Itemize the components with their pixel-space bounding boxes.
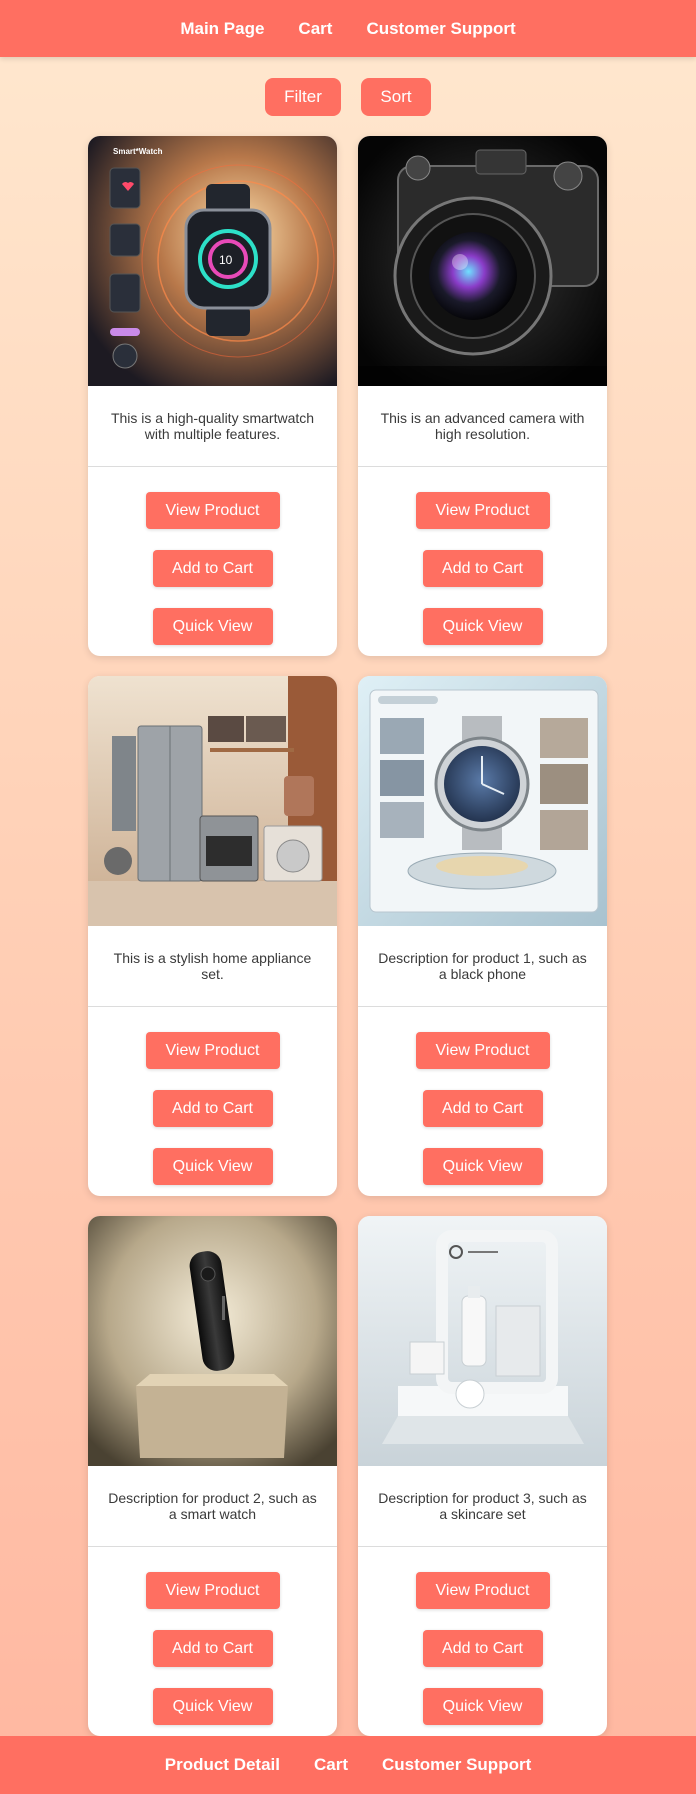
- svg-text:10: 10: [219, 253, 233, 267]
- nav-cart-footer[interactable]: Cart: [314, 1755, 348, 1775]
- view-product-button[interactable]: View Product: [415, 1032, 550, 1069]
- view-product-button[interactable]: View Product: [415, 492, 550, 529]
- quick-view-button[interactable]: Quick View: [422, 1148, 543, 1185]
- image-title-text: Smart*Watch: [113, 147, 163, 156]
- product-grid: Smart*Watch 10 This is a high-quality sm…: [88, 136, 608, 1736]
- quick-view-button[interactable]: Quick View: [152, 608, 273, 645]
- product-card: Smart*Watch 10 This is a high-quality sm…: [88, 136, 337, 656]
- quick-view-button[interactable]: Quick View: [422, 1688, 543, 1725]
- product-card: This is a stylish home appliance set. Vi…: [88, 676, 337, 1196]
- product-image-black-device[interactable]: [88, 1216, 337, 1466]
- nav-product-detail[interactable]: Product Detail: [165, 1755, 280, 1775]
- product-image-home-appliances[interactable]: [88, 676, 337, 926]
- quick-view-button[interactable]: Quick View: [422, 608, 543, 645]
- bottom-navigation: Product Detail Cart Customer Support: [0, 1736, 696, 1794]
- view-product-button[interactable]: View Product: [145, 1032, 280, 1069]
- add-to-cart-button[interactable]: Add to Cart: [422, 550, 543, 587]
- add-to-cart-button[interactable]: Add to Cart: [152, 1630, 273, 1667]
- product-description: This is a stylish home appliance set.: [88, 926, 337, 1007]
- product-card: Description for product 2, such as a sma…: [88, 1216, 337, 1736]
- nav-cart[interactable]: Cart: [298, 19, 332, 39]
- add-to-cart-button[interactable]: Add to Cart: [152, 550, 273, 587]
- nav-main-page[interactable]: Main Page: [180, 19, 264, 39]
- product-card: Description for product 1, such as a bla…: [358, 676, 607, 1196]
- view-product-button[interactable]: View Product: [145, 492, 280, 529]
- product-image-camera[interactable]: [358, 136, 607, 386]
- product-actions: View Product Add to Cart Quick View: [145, 1007, 280, 1185]
- product-card: Description for product 3, such as a ski…: [358, 1216, 607, 1736]
- add-to-cart-button[interactable]: Add to Cart: [422, 1630, 543, 1667]
- product-image-skincare-set[interactable]: [358, 1216, 607, 1466]
- toolbar: Filter Sort: [0, 78, 696, 116]
- product-description: This is an advanced camera with high res…: [358, 386, 607, 467]
- filter-button[interactable]: Filter: [265, 78, 341, 116]
- add-to-cart-button[interactable]: Add to Cart: [422, 1090, 543, 1127]
- quick-view-button[interactable]: Quick View: [152, 1148, 273, 1185]
- product-image-smartwatch[interactable]: Smart*Watch 10: [88, 136, 337, 386]
- quick-view-button[interactable]: Quick View: [152, 1688, 273, 1725]
- product-description: Description for product 2, such as a sma…: [88, 1466, 337, 1547]
- nav-customer-support-footer[interactable]: Customer Support: [382, 1755, 531, 1775]
- product-description: This is a high-quality smartwatch with m…: [88, 386, 337, 467]
- sort-button[interactable]: Sort: [361, 78, 431, 116]
- product-actions: View Product Add to Cart Quick View: [145, 1547, 280, 1725]
- product-actions: View Product Add to Cart Quick View: [145, 467, 280, 645]
- view-product-button[interactable]: View Product: [145, 1572, 280, 1609]
- top-navigation: Main Page Cart Customer Support: [0, 0, 696, 57]
- product-card: This is an advanced camera with high res…: [358, 136, 607, 656]
- product-actions: View Product Add to Cart Quick View: [415, 1547, 550, 1725]
- product-actions: View Product Add to Cart Quick View: [415, 467, 550, 645]
- product-actions: View Product Add to Cart Quick View: [415, 1007, 550, 1185]
- product-image-watch-showcase[interactable]: [358, 676, 607, 926]
- product-description: Description for product 3, such as a ski…: [358, 1466, 607, 1547]
- view-product-button[interactable]: View Product: [415, 1572, 550, 1609]
- nav-customer-support[interactable]: Customer Support: [366, 19, 515, 39]
- add-to-cart-button[interactable]: Add to Cart: [152, 1090, 273, 1127]
- product-description: Description for product 1, such as a bla…: [358, 926, 607, 1007]
